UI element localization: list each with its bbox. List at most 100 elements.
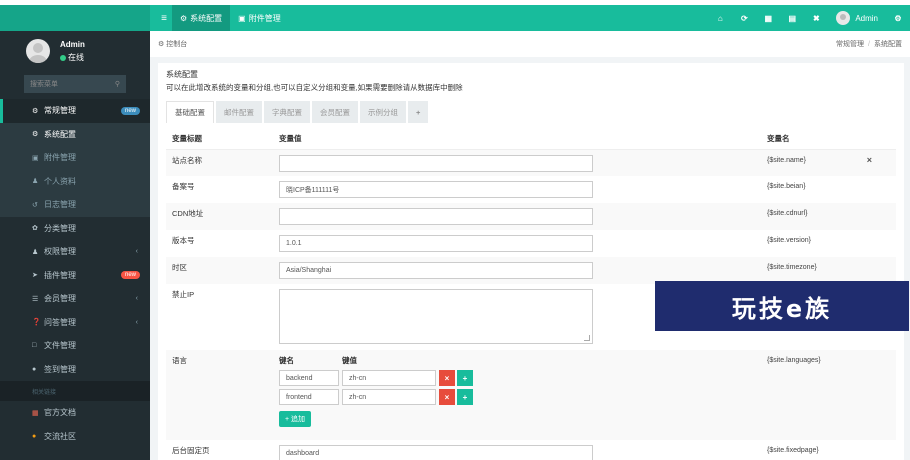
gears-icon[interactable]: ⚙ [886, 14, 910, 23]
row-title: 禁止IP [172, 290, 195, 299]
fixed-page-input[interactable]: dashboard [279, 445, 593, 460]
dashboard-icon: ⚙ [158, 41, 165, 48]
value-header: 键值 [342, 356, 357, 365]
tab-member[interactable]: 会员配置 [312, 101, 358, 123]
sidebar-username: Admin [60, 40, 85, 49]
value-input[interactable]: zh-cn [342, 370, 436, 386]
sidebar-search-input[interactable]: 搜索菜单 ⚲ [24, 75, 126, 93]
search-placeholder: 搜索菜单 [30, 81, 58, 88]
site-name-input[interactable] [279, 154, 593, 172]
history-icon: ↺ [32, 201, 38, 209]
expand-icon[interactable]: ✖ [804, 14, 828, 23]
sidebar-item-label: 系统配置 [44, 129, 76, 139]
chevron-left-icon: ‹ [135, 295, 138, 303]
key-input[interactable]: frontend [279, 389, 339, 405]
row-title: 站点名称 [166, 149, 273, 176]
home-icon[interactable]: ⌂ [708, 14, 732, 23]
list-icon: ☰ [32, 295, 39, 303]
gear-icon: ⚙ [32, 131, 39, 139]
file-image-icon: ▣ [238, 13, 246, 23]
refresh-icon[interactable]: ⟳ [732, 14, 756, 23]
append-button[interactable]: + 追加 [279, 411, 312, 427]
remove-row-button[interactable]: × [439, 389, 455, 405]
row-title: 语言 [166, 350, 273, 440]
breadcrumb-home[interactable]: ⚙ 控制台 [158, 39, 187, 49]
bars-icon[interactable]: ≡ [156, 13, 172, 24]
timezone-input[interactable]: Asia/Shanghai [279, 262, 593, 279]
value-input[interactable]: zh-cn [342, 389, 436, 405]
column-header: 变量值 [273, 129, 761, 150]
tab-dictionary[interactable]: 字典配置 [264, 101, 310, 123]
sidebar-item-attachment[interactable]: ▣ 附件管理 [0, 146, 150, 170]
document-icon[interactable]: ▤ [780, 14, 804, 23]
top-navbar: ≡ ⚙ 系统配置 ▣ 附件管理 ⌂ ⟳ ▦ ▤ ✖ Admin ⚙ [0, 5, 910, 31]
new-badge: new [120, 271, 140, 280]
user-icon: ♟ [32, 178, 39, 186]
breadcrumb-trail: 常规管理 / 系统配置 [836, 41, 902, 48]
var-name: {$site.timezone} [767, 264, 817, 271]
sidebar-item-file[interactable]: □ 文件管理 [0, 334, 150, 358]
panel-description: 可以在此增改系统的变量和分组,也可以自定义分组和变量,如果需要删除请从数据库中删… [166, 83, 463, 92]
tab-system-config[interactable]: ⚙ 系统配置 [172, 5, 231, 31]
sidebar-item-label: 签到管理 [44, 364, 76, 374]
add-row-button[interactable]: + [457, 370, 473, 386]
sidebar-item-addon[interactable]: ➤ 插件管理 new [0, 264, 150, 288]
sidebar-item-signin[interactable]: ● 签到管理 [0, 358, 150, 382]
tab-attachment[interactable]: ▣ 附件管理 [230, 5, 289, 31]
sidebar-item-label: 文件管理 [44, 341, 76, 351]
search-icon[interactable]: ⚲ [115, 80, 120, 88]
folder-icon: □ [32, 342, 37, 350]
sidebar-link-docs[interactable]: ▦ 官方文档 [0, 401, 150, 425]
file-image-icon: ▣ [32, 154, 39, 162]
sidebar-item-category[interactable]: ✿ 分类管理 [0, 217, 150, 241]
sidebar-item-label: 分类管理 [44, 223, 76, 233]
var-name: {$site.version} [767, 237, 811, 244]
logo-area [0, 5, 150, 31]
comment-icon: ● [32, 432, 37, 440]
close-icon[interactable]: × [867, 155, 872, 165]
panel-title: 系统配置 [166, 70, 198, 79]
breadcrumb-item[interactable]: 常规管理 [836, 41, 864, 48]
beian-input[interactable]: 晓ICP备111111号 [279, 181, 593, 198]
trash-icon[interactable]: ▦ [756, 14, 780, 23]
user-menu[interactable]: Admin [828, 11, 886, 25]
tab-label: 系统配置 [190, 13, 223, 23]
sidebar-item-label: 会员管理 [44, 294, 76, 304]
add-row-button[interactable]: + [457, 389, 473, 405]
leaf-icon: ✿ [32, 225, 38, 233]
sidebar-link-community[interactable]: ● 交流社区 [0, 425, 150, 449]
remove-row-button[interactable]: × [439, 370, 455, 386]
config-tabs: 基础配置 邮件配置 字典配置 会员配置 示例分组 + [166, 101, 896, 123]
sidebar-item-auth[interactable]: ♟ 权限管理 ‹ [0, 240, 150, 264]
sidebar-item-general[interactable]: ⚙ 常规管理 new [0, 99, 150, 123]
sidebar-item-label: 日志管理 [44, 200, 76, 210]
forbidden-ip-textarea[interactable] [279, 289, 593, 344]
sidebar-item-system-config[interactable]: ⚙ 系统配置 [0, 122, 150, 146]
sidebar-item-label: 权限管理 [44, 247, 76, 257]
table-row: 版本号 1.0.1 {$site.version} [166, 230, 896, 257]
sidebar-item-member[interactable]: ☰ 会员管理 ‹ [0, 287, 150, 311]
chevron-left-icon: ‹ [135, 248, 138, 256]
version-input[interactable]: 1.0.1 [279, 235, 593, 252]
key-input[interactable]: backend [279, 370, 339, 386]
sidebar-item-profile[interactable]: ♟ 个人资料 [0, 169, 150, 193]
row-title: 备案号 [172, 182, 195, 191]
online-dot-icon [60, 55, 66, 61]
sidebar-item-qa[interactable]: ❓ 问答管理 ‹ [0, 311, 150, 335]
kv-row: frontend zh-cn × + [279, 389, 761, 405]
user-panel: Admin 在线 [0, 31, 150, 71]
tab-email[interactable]: 邮件配置 [216, 101, 262, 123]
tab-example[interactable]: 示例分组 [360, 101, 406, 123]
cdn-url-input[interactable] [279, 208, 593, 225]
table-row: CDN地址 {$site.cdnurl} [166, 203, 896, 230]
sidebar-item-label: 个人资料 [44, 176, 76, 186]
kv-header: 键名 键值 [279, 355, 761, 366]
tab-basic[interactable]: 基础配置 [166, 101, 214, 123]
sidebar-item-log[interactable]: ↺ 日志管理 [0, 193, 150, 217]
main-content: ⚙ 控制台 常规管理 / 系统配置 系统配置 可以在此增改系统的变量和分组,也可以自… [150, 31, 910, 460]
sidebar-item-label: 问答管理 [44, 317, 76, 327]
map-marker-icon: ● [32, 365, 37, 373]
rocket-icon: ➤ [32, 272, 38, 280]
gear-icon: ⚙ [180, 13, 188, 23]
tab-add-button[interactable]: + [408, 101, 429, 123]
